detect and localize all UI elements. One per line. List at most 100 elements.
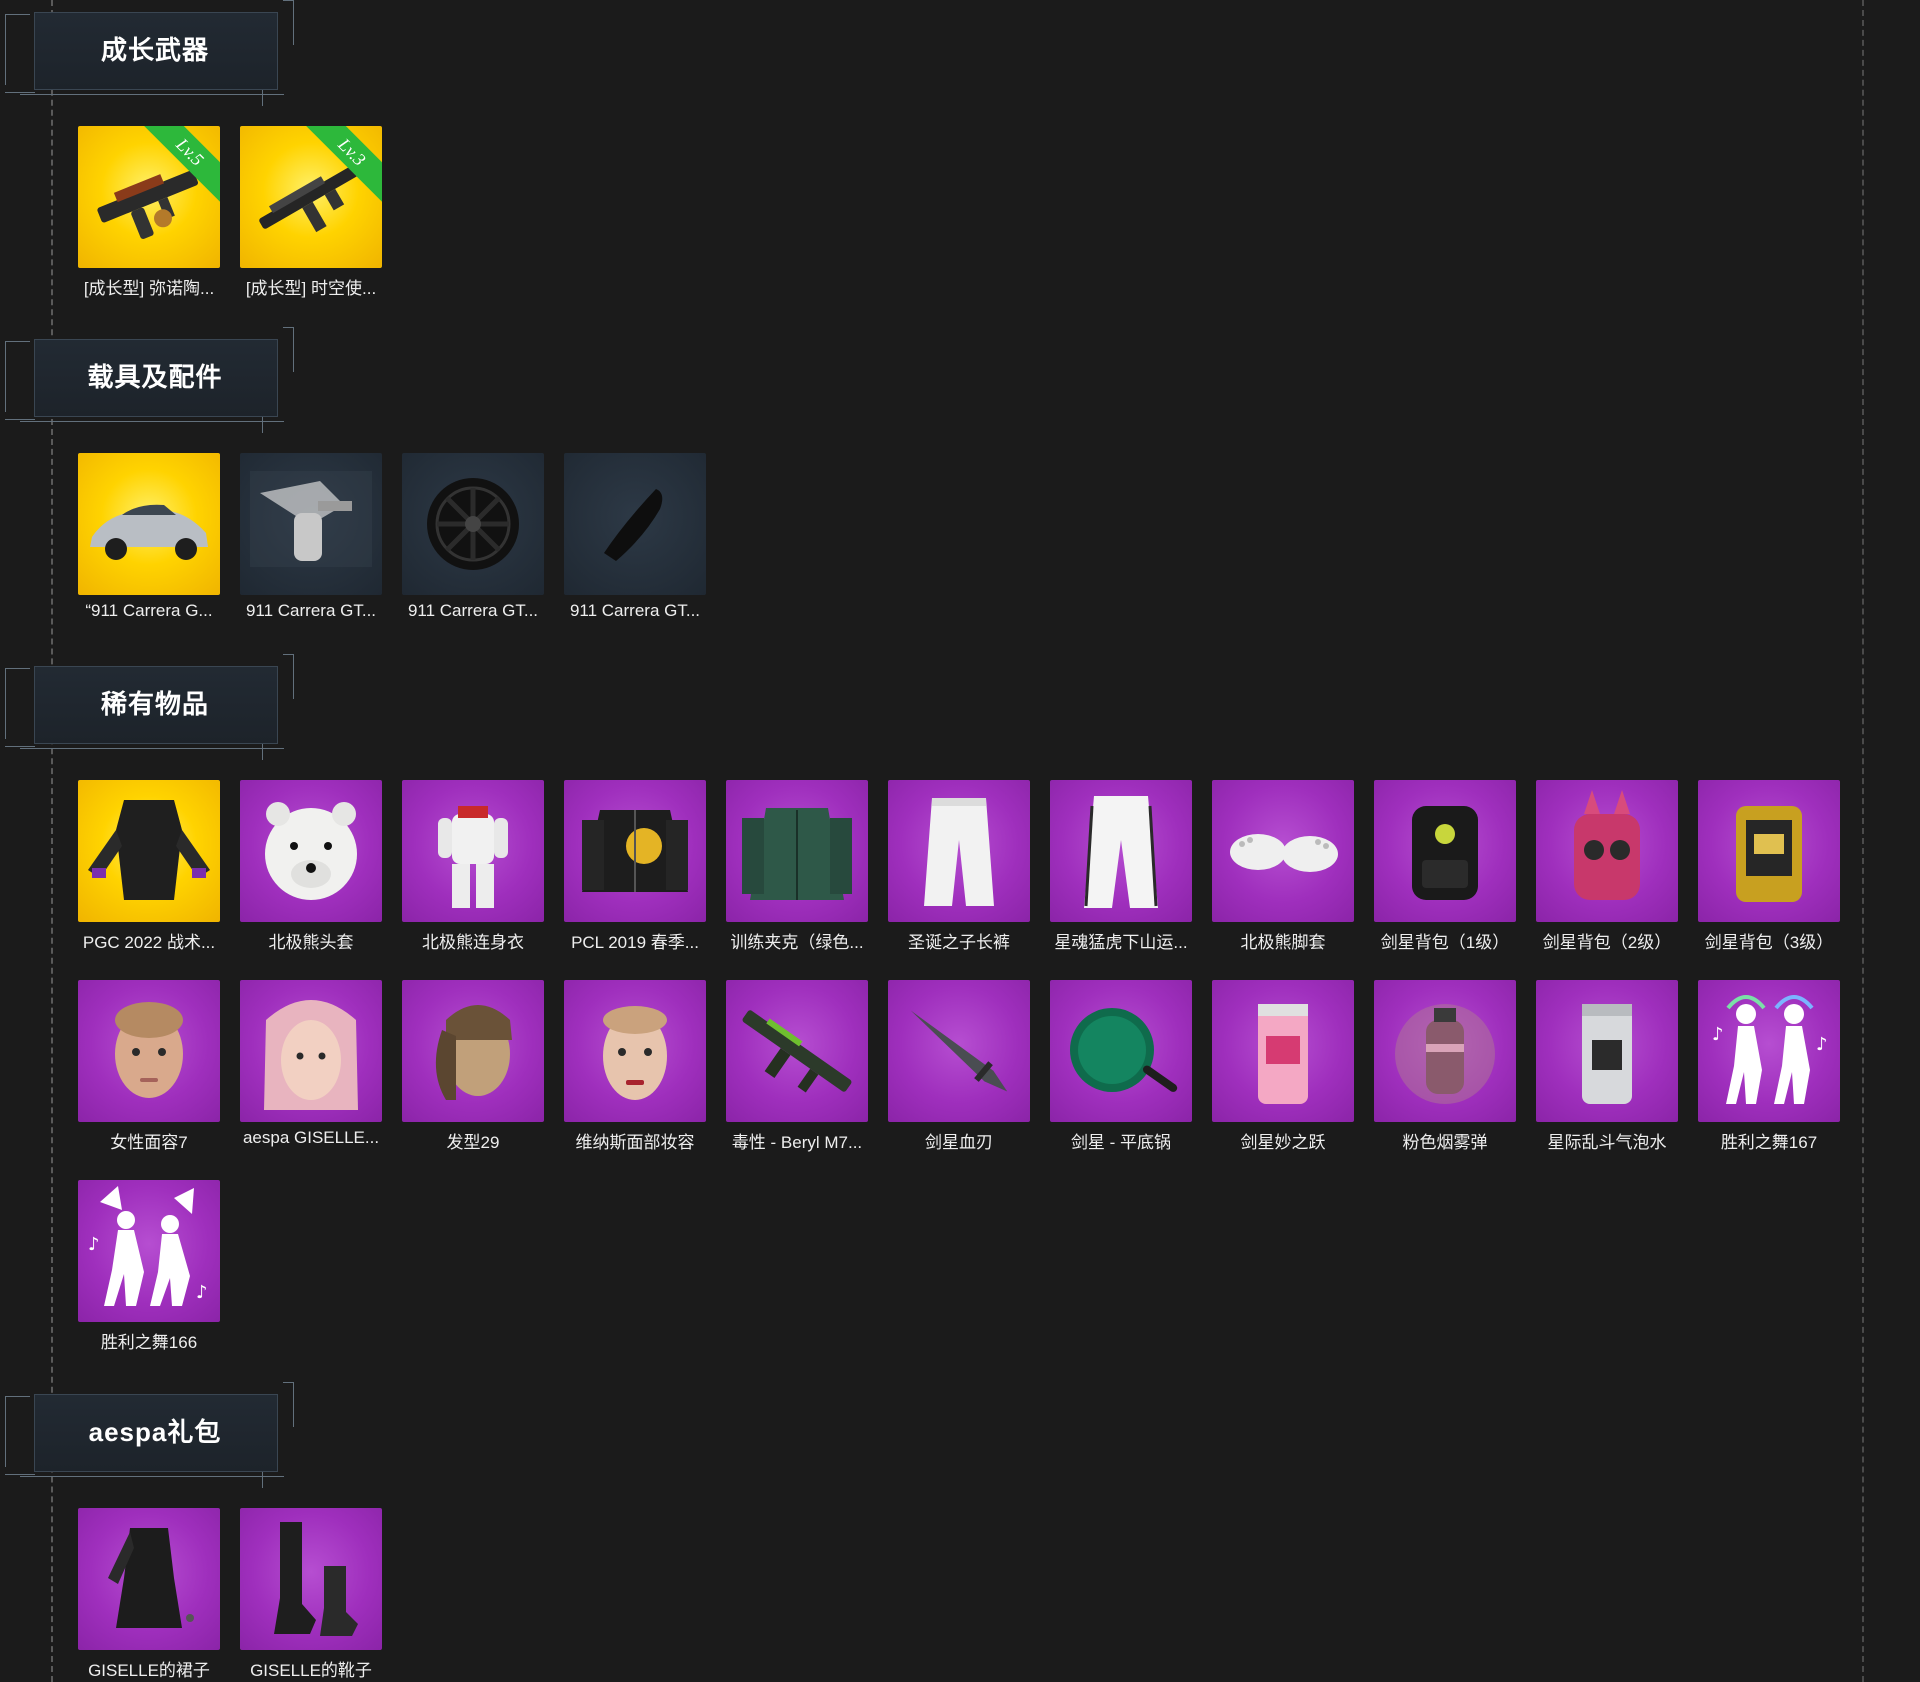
inventory-item[interactable]: 剑星 - 平底锅 bbox=[1050, 980, 1192, 1152]
item-thumbnail[interactable] bbox=[1374, 980, 1516, 1122]
item-thumbnail[interactable] bbox=[78, 780, 220, 922]
item-thumbnail[interactable] bbox=[564, 780, 706, 922]
item-label: “911 Carrera G... bbox=[85, 601, 213, 620]
inventory-item[interactable]: ♪ ♪ 胜利之舞166 bbox=[78, 1180, 220, 1352]
item-label: 剑星背包（3级） bbox=[1704, 933, 1834, 952]
item-grid: Lv.5 [成长型] 弥诺陶... Lv.3 [成长型] 时空使... bbox=[78, 126, 1840, 298]
item-thumbnail[interactable] bbox=[78, 980, 220, 1122]
item-thumbnail[interactable] bbox=[78, 1508, 220, 1650]
inventory-item[interactable]: 剑星背包（2级） bbox=[1536, 780, 1678, 952]
item-label: 北极熊头套 bbox=[268, 933, 354, 952]
inventory-item[interactable]: 剑星背包（3级） bbox=[1698, 780, 1840, 952]
svg-text:♪: ♪ bbox=[1712, 1024, 1724, 1045]
item-label: GISELLE的裙子 bbox=[88, 1661, 210, 1680]
inventory-item[interactable]: aespa GISELLE... bbox=[240, 980, 382, 1147]
item-thumbnail[interactable] bbox=[888, 780, 1030, 922]
item-thumbnail[interactable] bbox=[402, 780, 544, 922]
svg-text:♪: ♪ bbox=[1816, 1034, 1828, 1055]
inventory-item[interactable]: 圣诞之子长裤 bbox=[888, 780, 1030, 952]
item-thumbnail[interactable] bbox=[1050, 780, 1192, 922]
inventory-item[interactable]: 粉色烟雾弹 bbox=[1374, 980, 1516, 1152]
item-thumbnail[interactable] bbox=[1698, 780, 1840, 922]
item-label: 剑星 - 平底锅 bbox=[1070, 1133, 1172, 1152]
item-label: 911 Carrera GT... bbox=[245, 601, 377, 620]
item-thumbnail[interactable] bbox=[1536, 980, 1678, 1122]
item-grid: PGC 2022 战术... 北极熊头套 北极熊连身衣 PCL 2019 春季... 训… bbox=[78, 780, 1840, 1352]
item-thumbnail[interactable] bbox=[564, 980, 706, 1122]
item-label: 剑星背包（1级） bbox=[1380, 933, 1510, 952]
inventory-item[interactable]: 星魂猛虎下山运... bbox=[1050, 780, 1192, 952]
item-thumbnail[interactable]: ♪ ♪ bbox=[78, 1180, 220, 1322]
item-thumbnail[interactable] bbox=[402, 980, 544, 1122]
item-thumbnail[interactable] bbox=[564, 453, 706, 595]
inventory-item[interactable]: Lv.5 [成长型] 弥诺陶... bbox=[78, 126, 220, 298]
inventory-item[interactable]: 911 Carrera GT... bbox=[402, 453, 544, 620]
item-thumbnail[interactable] bbox=[78, 453, 220, 595]
item-label: PCL 2019 春季... bbox=[571, 933, 699, 952]
inventory-item[interactable]: 北极熊头套 bbox=[240, 780, 382, 952]
inventory-item[interactable]: GISELLE的裙子 bbox=[78, 1508, 220, 1680]
inventory-item[interactable]: 维纳斯面部妆容 bbox=[564, 980, 706, 1152]
inventory-item[interactable]: 剑星背包（1级） bbox=[1374, 780, 1516, 952]
inventory-item[interactable]: 911 Carrera GT... bbox=[564, 453, 706, 620]
item-thumbnail[interactable] bbox=[888, 980, 1030, 1122]
inventory-item[interactable]: 剑星妙之跃 bbox=[1212, 980, 1354, 1152]
section-title: 稀有物品 bbox=[100, 689, 209, 719]
section-header: 载具及配件 bbox=[0, 327, 300, 433]
item-thumbnail[interactable] bbox=[1212, 780, 1354, 922]
item-label: 训练夹克（绿色... bbox=[730, 933, 864, 952]
item-label: PGC 2022 战术... bbox=[82, 933, 216, 952]
item-label: 胜利之舞167 bbox=[1720, 1133, 1818, 1152]
item-thumbnail[interactable] bbox=[1374, 780, 1516, 922]
item-thumbnail[interactable] bbox=[1050, 980, 1192, 1122]
section-title: 成长武器 bbox=[100, 35, 209, 65]
inventory-item[interactable]: 911 Carrera GT... bbox=[240, 453, 382, 620]
item-label: aespa GISELLE... bbox=[242, 1128, 380, 1147]
item-thumbnail[interactable] bbox=[726, 980, 868, 1122]
inventory-item[interactable]: 训练夹克（绿色... bbox=[726, 780, 868, 952]
item-thumbnail[interactable] bbox=[240, 980, 382, 1122]
inventory-item[interactable]: “911 Carrera G... bbox=[78, 453, 220, 620]
item-thumbnail[interactable] bbox=[240, 453, 382, 595]
item-label: 北极熊连身衣 bbox=[422, 933, 524, 952]
item-label: [成长型] 弥诺陶... bbox=[83, 279, 215, 298]
item-thumbnail[interactable] bbox=[402, 453, 544, 595]
item-thumbnail[interactable]: Lv.5 bbox=[78, 126, 220, 268]
inventory-item[interactable]: ♪ ♪ 胜利之舞167 bbox=[1698, 980, 1840, 1152]
inventory-item[interactable]: 发型29 bbox=[402, 980, 544, 1152]
inventory-item[interactable]: 女性面容7 bbox=[78, 980, 220, 1152]
header-frame-line bbox=[283, 327, 294, 372]
item-label: 剑星背包（2级） bbox=[1542, 933, 1672, 952]
inventory-item[interactable]: 星际乱斗气泡水 bbox=[1536, 980, 1678, 1152]
item-thumbnail[interactable] bbox=[1212, 980, 1354, 1122]
header-frame-line bbox=[5, 341, 30, 412]
inventory-item[interactable]: PGC 2022 战术... bbox=[78, 780, 220, 952]
item-thumbnail[interactable] bbox=[1536, 780, 1678, 922]
section-title: 载具及配件 bbox=[87, 362, 223, 392]
section-header: 稀有物品 bbox=[0, 654, 300, 760]
item-thumbnail[interactable]: ♪ ♪ bbox=[1698, 980, 1840, 1122]
item-thumbnail[interactable]: Lv.3 bbox=[240, 126, 382, 268]
inventory-item[interactable]: PCL 2019 春季... bbox=[564, 780, 706, 952]
section-title: aespa礼包 bbox=[88, 1417, 222, 1447]
item-label: 维纳斯面部妆容 bbox=[575, 1133, 695, 1152]
header-frame-line bbox=[5, 14, 30, 85]
item-thumbnail[interactable] bbox=[240, 1508, 382, 1650]
item-label: GISELLE的靴子 bbox=[250, 1661, 372, 1680]
item-thumbnail[interactable] bbox=[726, 780, 868, 922]
item-label: 毒性 - Beryl M7... bbox=[731, 1133, 863, 1152]
header-frame-line bbox=[5, 1474, 35, 1475]
inventory-item[interactable]: Lv.3 [成长型] 时空使... bbox=[240, 126, 382, 298]
header-frame-line bbox=[5, 1396, 30, 1467]
item-label: 粉色烟雾弹 bbox=[1402, 1133, 1488, 1152]
inventory-item[interactable]: 剑星血刃 bbox=[888, 980, 1030, 1152]
section-header: aespa礼包 bbox=[0, 1382, 300, 1488]
item-grid: “911 Carrera G... 911 Carrera GT... 911 Ca… bbox=[78, 453, 1840, 620]
inventory-item[interactable]: GISELLE的靴子 bbox=[240, 1508, 382, 1680]
inventory-item[interactable]: 毒性 - Beryl M7... bbox=[726, 980, 868, 1152]
inventory-item[interactable]: 北极熊脚套 bbox=[1212, 780, 1354, 952]
svg-text:♪: ♪ bbox=[88, 1234, 100, 1255]
item-grid: GISELLE的裙子 GISELLE的靴子 bbox=[78, 1508, 1840, 1680]
inventory-item[interactable]: 北极熊连身衣 bbox=[402, 780, 544, 952]
item-thumbnail[interactable] bbox=[240, 780, 382, 922]
